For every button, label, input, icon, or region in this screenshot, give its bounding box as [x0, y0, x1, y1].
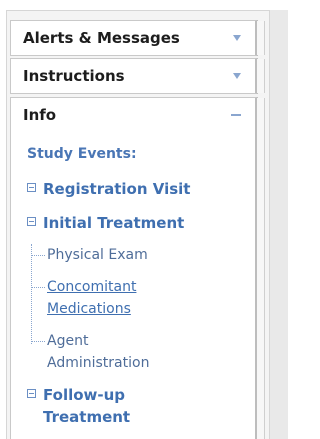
event-follow-up-treatment[interactable]: Follow-up Treatment [27, 384, 255, 428]
collapse-icon[interactable] [231, 114, 241, 116]
panel-tab-edge [257, 21, 265, 55]
content-area-edge [270, 10, 288, 439]
subitem-concomitant-medications[interactable]: Concomitant Medications [31, 276, 177, 320]
subitem-agent-administration[interactable]: Agent Administration [31, 330, 177, 374]
alerts-messages-header[interactable]: Alerts & Messages [11, 21, 255, 55]
event-label: Follow-up Treatment [43, 386, 131, 426]
expand-toggle-icon[interactable] [27, 183, 36, 192]
study-events-heading: Study Events: [27, 146, 137, 162]
info-panel: Info Study Events: Registration Visit In… [10, 97, 265, 439]
initial-treatment-children: Physical Exam Concomitant Medications Ag… [31, 244, 255, 374]
chevron-down-icon[interactable] [233, 73, 241, 79]
panel-tab-edge [257, 59, 265, 93]
collapse-toggle-icon[interactable] [27, 217, 36, 226]
instructions-title: Instructions [23, 67, 125, 85]
event-registration-visit[interactable]: Registration Visit [27, 178, 255, 200]
event-initial-treatment[interactable]: Initial Treatment [27, 212, 255, 234]
expand-toggle-icon[interactable] [27, 389, 36, 398]
chevron-down-icon[interactable] [233, 35, 241, 41]
info-body: Study Events: Registration Visit Initial… [11, 132, 255, 428]
info-header[interactable]: Info [11, 98, 255, 132]
alerts-messages-panel: Alerts & Messages [10, 20, 265, 56]
instructions-panel: Instructions [10, 58, 265, 94]
info-title: Info [23, 106, 57, 124]
panel-tab-edge [257, 98, 265, 439]
alerts-messages-title: Alerts & Messages [23, 29, 180, 47]
event-label: Registration Visit [43, 180, 191, 198]
event-label: Initial Treatment [43, 214, 185, 232]
subitem-physical-exam[interactable]: Physical Exam [31, 244, 177, 266]
instructions-header[interactable]: Instructions [11, 59, 255, 93]
